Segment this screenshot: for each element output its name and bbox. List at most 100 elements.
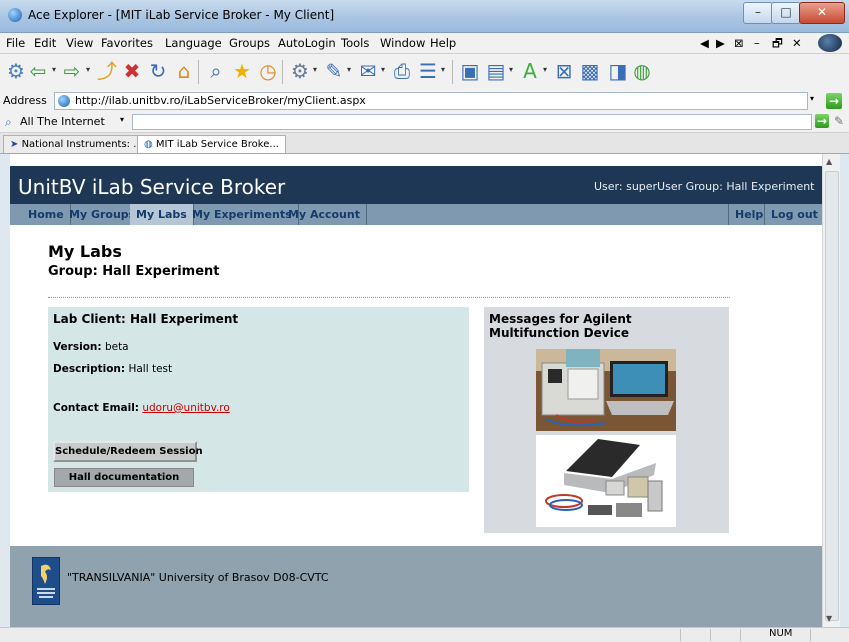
search-scope[interactable]: All The Internet: [20, 115, 105, 128]
status-bar: NUM: [0, 627, 849, 642]
refresh-icon[interactable]: ↻: [146, 59, 170, 83]
menu-tools[interactable]: Tools: [341, 36, 369, 50]
close-button[interactable]: ✕: [799, 2, 845, 24]
lab-description: Description: Hall test: [53, 363, 172, 375]
edit-page-icon[interactable]: ✎: [322, 59, 346, 83]
schedule-redeem-button[interactable]: Schedule/Redeem Session: [53, 441, 203, 462]
favorites-star-icon[interactable]: ★: [230, 59, 254, 83]
page-globe-icon: [58, 95, 70, 107]
minimize-button[interactable]: –: [743, 2, 773, 24]
scroll-up-icon[interactable]: ▲: [826, 157, 832, 166]
menu-file[interactable]: File: [6, 36, 25, 50]
scroll-down-icon[interactable]: ▼: [826, 614, 832, 623]
toolbar-separator: [198, 60, 199, 84]
notes-dropdown-icon[interactable]: ▾: [441, 65, 445, 74]
search-go-button[interactable]: →: [815, 114, 829, 128]
mdi-next-icon[interactable]: ▶: [716, 36, 725, 50]
mail-icon[interactable]: ✉: [356, 59, 380, 83]
page-viewport: UnitBV iLab Service Broker User: superUs…: [10, 154, 822, 627]
status-separator: [740, 629, 741, 641]
settings-dropdown-icon[interactable]: ▾: [313, 65, 317, 74]
vertical-scrollbar[interactable]: ▲ ▼: [822, 154, 840, 627]
window-title-bar[interactable]: Ace Explorer - [MIT iLab Service Broker …: [0, 0, 849, 33]
hotkey-icon[interactable]: ◨: [606, 59, 630, 83]
stop-icon[interactable]: ✖: [120, 59, 144, 83]
hall-documentation-button[interactable]: Hall documentation: [54, 468, 194, 487]
contact-label: Contact Email:: [53, 402, 139, 414]
lab-contact: Contact Email: udoru@unitbv.ro: [53, 402, 230, 414]
nav-my-account[interactable]: My Account: [282, 204, 367, 225]
status-separator: [710, 629, 711, 641]
globe-icon[interactable]: ◍: [630, 59, 654, 83]
search-bar: ⌕ All The Internet ▾ → ✎: [0, 112, 849, 133]
settings-gear-icon[interactable]: ⚙: [288, 59, 312, 83]
open-folder-icon[interactable]: ⤴: [95, 59, 119, 83]
search-icon[interactable]: ⌕: [204, 59, 228, 83]
menu-view[interactable]: View: [66, 36, 93, 50]
internet-icon[interactable]: ⚙: [4, 59, 28, 83]
page-icon[interactable]: ▤: [484, 59, 508, 83]
mdi-restore-icon[interactable]: 🗗: [772, 36, 783, 55]
mdi-tile-icon[interactable]: ⊠: [734, 36, 744, 50]
back-icon[interactable]: ⇦: [26, 59, 50, 83]
footer-text: "TRANSILVANIA" University of Brasov D08-…: [67, 571, 329, 584]
search-input[interactable]: [132, 114, 812, 130]
mail-dropdown-icon[interactable]: ▾: [381, 65, 385, 74]
tab-mit-ilab[interactable]: ◍ MIT iLab Service Broke...: [137, 135, 286, 153]
search-scope-dropdown-icon[interactable]: ▾: [120, 115, 124, 124]
page-dropdown-icon[interactable]: ▾: [509, 65, 513, 74]
lab-version: Version: beta: [53, 341, 129, 353]
mdi-minimize-icon[interactable]: –: [754, 36, 760, 50]
address-dropdown-icon[interactable]: ▾: [810, 94, 814, 103]
maximize-button[interactable]: □: [771, 2, 801, 24]
forward-dropdown-icon[interactable]: ▾: [86, 65, 90, 74]
close-tab-icon[interactable]: ⊠: [552, 59, 576, 83]
messages-heading: Messages for Agilent Multifunction Devic…: [489, 312, 632, 340]
notes-icon[interactable]: ☰: [416, 59, 440, 83]
description-label: Description:: [53, 363, 126, 375]
menu-help[interactable]: Help: [430, 36, 456, 50]
browser-app-icon: [8, 8, 22, 22]
lab-equipment-photo: [536, 349, 676, 431]
section-divider: [48, 297, 730, 298]
menu-autologin[interactable]: AutoLogin: [278, 36, 336, 50]
highlight-icon[interactable]: ✎: [834, 114, 844, 128]
edit-dropdown-icon[interactable]: ▾: [347, 65, 351, 74]
contact-email-link[interactable]: udoru@unitbv.ro: [142, 402, 229, 414]
window-icon[interactable]: ▣: [458, 59, 482, 83]
site-footer: "TRANSILVANIA" University of Brasov D08-…: [10, 546, 822, 627]
page-globe-icon: ◍: [144, 139, 153, 150]
go-button[interactable]: →: [826, 93, 842, 109]
tab-label: MIT iLab Service Broke...: [155, 139, 279, 150]
version-label: Version:: [53, 341, 102, 353]
menu-edit[interactable]: Edit: [34, 36, 56, 50]
num-lock-indicator: NUM: [769, 628, 793, 639]
mdi-close-icon[interactable]: ✕: [792, 36, 802, 50]
user-group-info: User: superUser Group: Hall Experiment: [594, 180, 815, 193]
status-separator: [810, 629, 811, 641]
forward-icon[interactable]: ⇨: [60, 59, 84, 83]
menu-language[interactable]: Language: [165, 36, 222, 50]
hall-kit-illustration: [536, 435, 676, 527]
nav-log-out[interactable]: Log out: [764, 204, 824, 225]
mdi-prev-icon[interactable]: ◀: [700, 36, 709, 50]
scrollbar-thumb[interactable]: [825, 171, 839, 621]
text-size-icon[interactable]: A: [518, 59, 542, 83]
menu-groups[interactable]: Groups: [229, 36, 270, 50]
history-icon[interactable]: ◷: [256, 59, 280, 83]
back-dropdown-icon[interactable]: ▾: [52, 65, 56, 74]
menu-window[interactable]: Window: [380, 36, 425, 50]
nav-my-labs[interactable]: My Labs: [130, 204, 194, 225]
tab-national-instruments[interactable]: ➤ National Instruments: ...: [3, 135, 150, 153]
text-size-dropdown-icon[interactable]: ▾: [543, 65, 547, 74]
image-icon[interactable]: ▩: [578, 59, 602, 83]
home-icon[interactable]: ⌂: [172, 59, 196, 83]
tab-bar: ➤ National Instruments: ... ◍ MIT iLab S…: [0, 133, 849, 154]
menu-favorites[interactable]: Favorites: [101, 36, 153, 50]
page-title: My Labs: [48, 242, 122, 261]
print-icon[interactable]: ⎙: [390, 59, 414, 83]
version-value: beta: [104, 341, 129, 353]
window-title: Ace Explorer - [MIT iLab Service Broker …: [28, 8, 335, 22]
address-input[interactable]: http://ilab.unitbv.ro/iLabServiceBroker/…: [54, 92, 808, 110]
toolbar: ⚙ ⇦ ▾ ⇨ ▾ ⤴ ✖ ↻ ⌂ ⌕ ★ ◷ ⚙ ▾ ✎ ▾ ✉ ▾ ⎙ ☰ …: [0, 54, 849, 91]
